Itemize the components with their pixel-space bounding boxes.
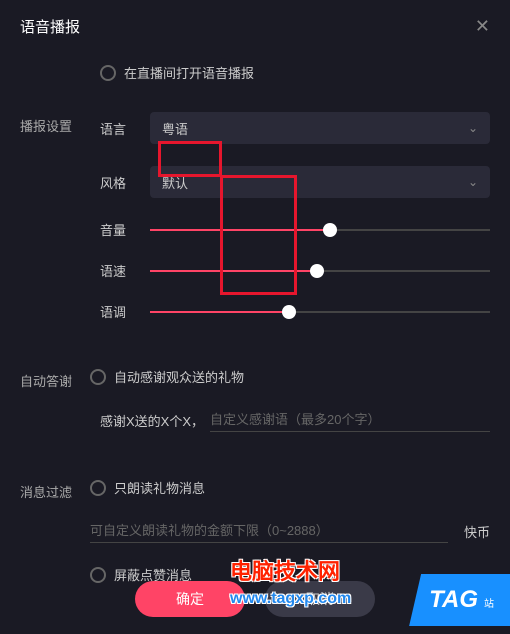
- tone-label: 语调: [100, 302, 150, 321]
- volume-slider-thumb[interactable]: [323, 223, 337, 237]
- confirm-button[interactable]: 确定: [135, 581, 245, 617]
- speed-row: 语速: [90, 261, 490, 280]
- tone-row: 语调: [90, 302, 490, 321]
- thanks-input-row: 感谢X送的X个X，: [90, 408, 490, 432]
- style-row: 风格 默认 ⌄: [90, 166, 490, 198]
- dialog-content: 在直播间打开语音播报 播报设置 语言 粤语 ⌄ 风格 默认 ⌄ 音量: [0, 53, 510, 606]
- speed-slider[interactable]: [150, 263, 490, 279]
- tag-badge-sub: 站: [484, 599, 494, 610]
- speed-slider-thumb[interactable]: [310, 264, 324, 278]
- volume-slider[interactable]: [150, 222, 490, 238]
- auto-thanks-row: 自动感谢观众送的礼物: [90, 367, 490, 386]
- language-select[interactable]: 粤语 ⌄: [150, 112, 490, 144]
- open-in-live-radio[interactable]: [100, 65, 116, 81]
- style-select[interactable]: 默认 ⌄: [150, 166, 490, 198]
- tone-slider[interactable]: [150, 304, 490, 320]
- tag-badge-text: TAG: [429, 586, 478, 613]
- dialog-title: 语音播报: [20, 16, 80, 37]
- dialog-header: 语音播报 ✕: [0, 0, 510, 53]
- thanks-input[interactable]: [210, 408, 490, 432]
- thanks-section: 自动答谢 自动感谢观众送的礼物 感谢X送的X个X，: [20, 367, 490, 454]
- style-label: 风格: [100, 173, 150, 192]
- chevron-down-icon: ⌄: [468, 175, 478, 189]
- gift-only-radio[interactable]: [90, 480, 106, 496]
- language-label: 语言: [100, 119, 150, 138]
- close-icon[interactable]: ✕: [475, 16, 490, 37]
- amount-input[interactable]: [90, 519, 448, 543]
- language-row: 语言 粤语 ⌄: [90, 112, 490, 144]
- gift-only-row: 只朗读礼物消息: [90, 478, 490, 497]
- auto-thanks-label: 自动感谢观众送的礼物: [114, 367, 244, 386]
- tone-slider-thumb[interactable]: [282, 305, 296, 319]
- settings-section-label: 播报设置: [20, 112, 90, 343]
- auto-thanks-radio[interactable]: [90, 369, 106, 385]
- volume-label: 音量: [100, 220, 150, 239]
- language-value: 粤语: [162, 119, 188, 138]
- gift-only-label: 只朗读礼物消息: [114, 478, 205, 497]
- open-in-live-label: 在直播间打开语音播报: [124, 63, 254, 82]
- style-value: 默认: [162, 173, 188, 192]
- settings-section: 播报设置 语言 粤语 ⌄ 风格 默认 ⌄ 音量: [20, 112, 490, 343]
- amount-row: 快币: [90, 519, 490, 543]
- currency-suffix: 快币: [464, 522, 490, 541]
- speed-label: 语速: [100, 261, 150, 280]
- thanks-prefix: 感谢X送的X个X，: [100, 411, 204, 430]
- volume-row: 音量: [90, 220, 490, 239]
- chevron-down-icon: ⌄: [468, 121, 478, 135]
- open-in-live-row: 在直播间打开语音播报: [20, 63, 490, 82]
- tag-badge: TAG 站: [409, 574, 510, 626]
- thanks-section-label: 自动答谢: [20, 367, 90, 454]
- cancel-button[interactable]: 取消: [265, 581, 375, 617]
